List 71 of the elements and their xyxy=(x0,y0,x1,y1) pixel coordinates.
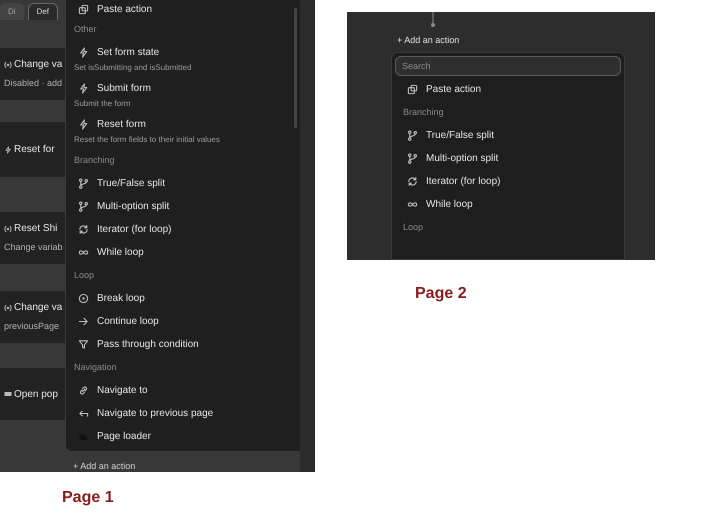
bolt-icon xyxy=(4,146,12,154)
section-heading: Branching xyxy=(74,154,115,167)
card-subtitle: Disabled · add xyxy=(4,77,64,90)
action-card[interactable]: Open pop xyxy=(0,368,65,420)
tab[interactable]: Di xyxy=(0,3,24,20)
card-title: Change va xyxy=(14,58,62,72)
action-card[interactable]: Reset for xyxy=(0,122,65,177)
arrow-right-icon xyxy=(78,316,89,327)
menu-item[interactable]: Pass through condition xyxy=(66,333,300,356)
search-field[interactable]: Search xyxy=(395,56,621,76)
variable-icon xyxy=(4,304,12,312)
branch-icon xyxy=(407,153,418,164)
tab[interactable]: Def xyxy=(28,3,58,20)
menu-item[interactable]: Break loop xyxy=(66,287,300,310)
bolt-icon xyxy=(78,118,89,130)
menu-item[interactable]: Reset form Reset the form fields to their initial values xyxy=(66,113,300,149)
variable-icon xyxy=(4,60,12,69)
section-heading: Other xyxy=(74,22,97,36)
bolt-icon xyxy=(78,82,89,94)
menu-item[interactable]: Iterator (for loop) xyxy=(66,218,300,241)
menu-item[interactable]: True/False split xyxy=(395,124,621,147)
add-action-link[interactable]: + Add an action xyxy=(397,34,460,48)
add-action-link[interactable]: + Add an action xyxy=(73,460,136,472)
bolt-icon xyxy=(78,46,89,58)
item-description: Set isSubmitting and isSubmitted xyxy=(74,62,192,74)
funnel-icon xyxy=(78,339,89,350)
menu-item[interactable]: Paste action xyxy=(66,0,300,18)
action-card[interactable]: Change va previousPage xyxy=(0,291,65,343)
branch-icon xyxy=(407,130,418,141)
section-heading: Navigation xyxy=(74,360,117,374)
card-title: Reset Shi xyxy=(14,222,58,236)
branch-icon xyxy=(78,178,89,189)
menu-item[interactable]: Multi-option split xyxy=(66,195,300,218)
page-caption: Page 2 xyxy=(415,285,467,302)
card-subtitle: previousPage xyxy=(4,320,60,334)
section-heading: Branching xyxy=(403,106,444,119)
menu-item[interactable]: Navigate to xyxy=(66,379,300,402)
branch-icon xyxy=(78,201,89,212)
card-title: Change va xyxy=(14,301,62,316)
card-title: Reset for xyxy=(14,143,55,157)
action-card[interactable]: Change va Disabled · add xyxy=(0,48,65,100)
menu-item[interactable]: Continue loop xyxy=(66,310,300,333)
menu-item[interactable]: Set form state Set isSubmitting and isSubmitted xyxy=(66,41,300,77)
circle-dot-icon xyxy=(78,293,89,304)
card-title: Open pop xyxy=(14,388,58,402)
copy-icon xyxy=(78,4,89,14)
window-icon xyxy=(4,390,12,398)
menu-item[interactable]: While loop xyxy=(66,241,300,264)
scrollbar[interactable] xyxy=(294,8,297,128)
variable-icon xyxy=(4,224,12,233)
menu-item[interactable]: Submit form Submit the form xyxy=(66,77,300,113)
card-subtitle: Change variab xyxy=(4,241,64,254)
menu-item[interactable]: Navigate to previous page xyxy=(66,402,300,425)
refresh-icon xyxy=(78,224,89,235)
link-icon xyxy=(78,385,89,396)
action-card[interactable]: Reset Shi Change variab xyxy=(0,212,65,264)
section-heading: Loop xyxy=(74,268,94,282)
menu-item[interactable]: Paste action xyxy=(395,78,621,101)
item-description: Reset the form fields to their initial values xyxy=(74,134,221,146)
menu-item[interactable]: While loop xyxy=(395,193,621,216)
copy-icon xyxy=(407,84,418,95)
menu-item[interactable]: Page loader xyxy=(66,425,300,448)
item-description: Submit the form xyxy=(74,98,132,110)
section-heading: Loop xyxy=(403,220,424,234)
page-caption: Page 1 xyxy=(62,489,114,506)
refresh-icon xyxy=(407,176,418,187)
menu-item[interactable]: Multi-option split xyxy=(395,147,621,170)
return-arrow-icon xyxy=(78,408,89,419)
menu-item[interactable]: Iterator (for loop) xyxy=(395,170,621,193)
connector-line xyxy=(430,12,436,28)
menu-item[interactable]: True/False split xyxy=(66,172,300,195)
